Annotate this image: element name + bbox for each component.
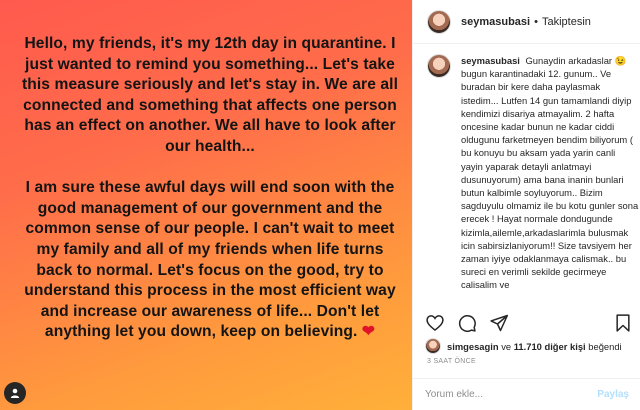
avatar[interactable] — [427, 9, 451, 34]
post-sidebar: seymasubasi • Takiptesin seymasubasi Gun… — [412, 0, 640, 410]
post-image-text: Hello, my friends, it's my 12th day in q… — [21, 35, 399, 341]
instagram-post-view: Hello, my friends, it's my 12th day in q… — [0, 0, 640, 410]
comment-button[interactable] — [455, 311, 479, 335]
comment-input[interactable] — [425, 389, 598, 400]
like-button[interactable] — [423, 311, 447, 335]
tagged-user-icon[interactable] — [4, 382, 26, 404]
share-icon — [490, 314, 509, 332]
caption: seymasubasi Gunaydin arkadaslar 😉 bugun … — [427, 54, 639, 300]
heart-icon — [426, 315, 444, 332]
header-separator: • — [534, 15, 538, 28]
save-button[interactable] — [611, 311, 635, 335]
post-image[interactable]: Hello, my friends, it's my 12th day in q… — [0, 0, 412, 410]
liker-avatar[interactable] — [425, 338, 441, 354]
share-button[interactable] — [487, 311, 511, 335]
header-username[interactable]: seymasubasi — [461, 16, 530, 28]
follow-status[interactable]: Takiptesin — [542, 16, 591, 28]
post-comment-button[interactable]: Paylaş — [597, 389, 629, 400]
first-liker[interactable]: simgesagin — [447, 341, 499, 352]
caption-text: Gunaydin arkadaslar 😉 bugun karantinadak… — [461, 55, 639, 291]
caption-avatar[interactable] — [427, 54, 451, 78]
caption-username[interactable]: seymasubasi — [461, 55, 520, 66]
post-header: seymasubasi • Takiptesin — [413, 0, 640, 44]
comment-icon — [458, 315, 476, 333]
likes-summary: simgesagin ve 11.710 diğer kişi beğendi — [425, 338, 622, 354]
heart-emoji: ❤ — [361, 323, 376, 341]
bookmark-icon — [616, 314, 630, 332]
likes-others[interactable]: 11.710 diğer kişi — [514, 341, 586, 352]
likes-suffix: beğendi — [588, 340, 622, 352]
caption-body: seymasubasi Gunaydin arkadaslar 😉 bugun … — [461, 54, 639, 300]
comment-bar: Paylaş — [413, 378, 640, 410]
action-bar — [423, 310, 635, 336]
post-timestamp[interactable]: 3 SAAT ÖNCE — [427, 358, 476, 365]
likes-connector: ve — [501, 340, 512, 352]
